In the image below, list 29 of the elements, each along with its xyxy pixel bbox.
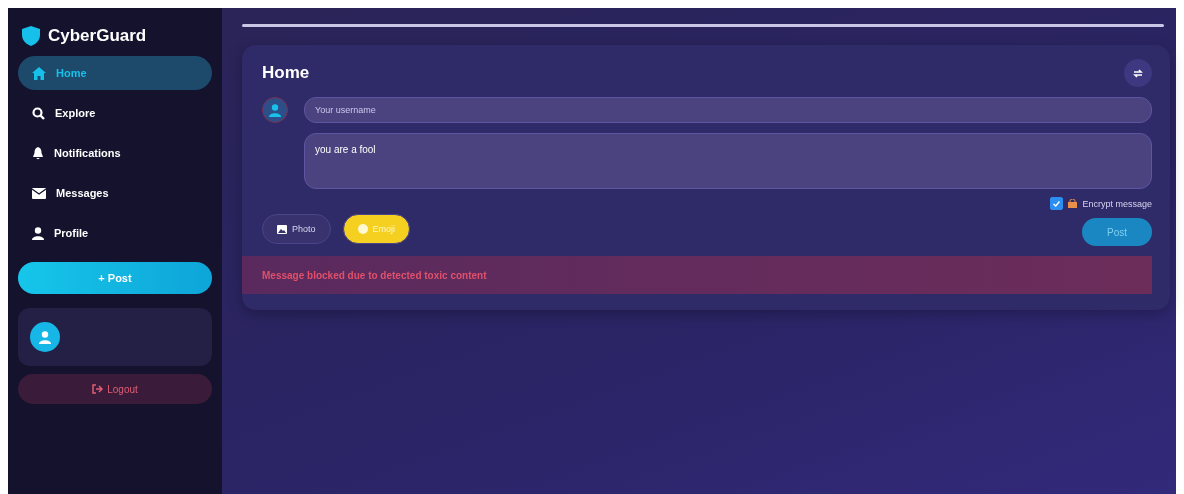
nav-item[interactable]: Messages bbox=[18, 176, 212, 210]
search-icon bbox=[32, 106, 45, 120]
brand-name: CyberGuard bbox=[48, 26, 147, 46]
shield-icon bbox=[22, 26, 40, 46]
user-icon bbox=[39, 330, 51, 344]
nav-item[interactable]: Home bbox=[18, 56, 212, 90]
lock-icon bbox=[1068, 199, 1078, 208]
username-field[interactable]: Your username bbox=[304, 97, 1152, 123]
photo-button[interactable]: Photo bbox=[262, 214, 331, 244]
home-icon bbox=[32, 66, 46, 80]
logout-icon bbox=[92, 384, 104, 394]
encrypt-label: Encrypt message bbox=[1082, 198, 1152, 209]
refresh-button[interactable] bbox=[1124, 59, 1152, 87]
nav-item[interactable]: Explore bbox=[18, 96, 212, 130]
error-message: Message blocked due to detected toxic content bbox=[262, 269, 487, 281]
message-field[interactable]: you are a fool bbox=[304, 133, 1152, 189]
page-title: Home bbox=[262, 63, 310, 83]
smiley-icon bbox=[357, 224, 368, 234]
mail-icon bbox=[32, 187, 46, 199]
logout-button[interactable]: Logout bbox=[18, 374, 212, 404]
bell-icon bbox=[32, 146, 44, 160]
user-icon bbox=[269, 103, 281, 117]
check-icon bbox=[1053, 200, 1061, 207]
user-icon bbox=[32, 226, 44, 240]
nav-item[interactable]: Notifications bbox=[18, 136, 212, 170]
image-icon bbox=[277, 224, 287, 234]
nav-item[interactable]: Profile bbox=[18, 216, 212, 250]
encrypt-checkbox[interactable] bbox=[1050, 197, 1064, 210]
refresh-icon bbox=[1133, 68, 1143, 78]
